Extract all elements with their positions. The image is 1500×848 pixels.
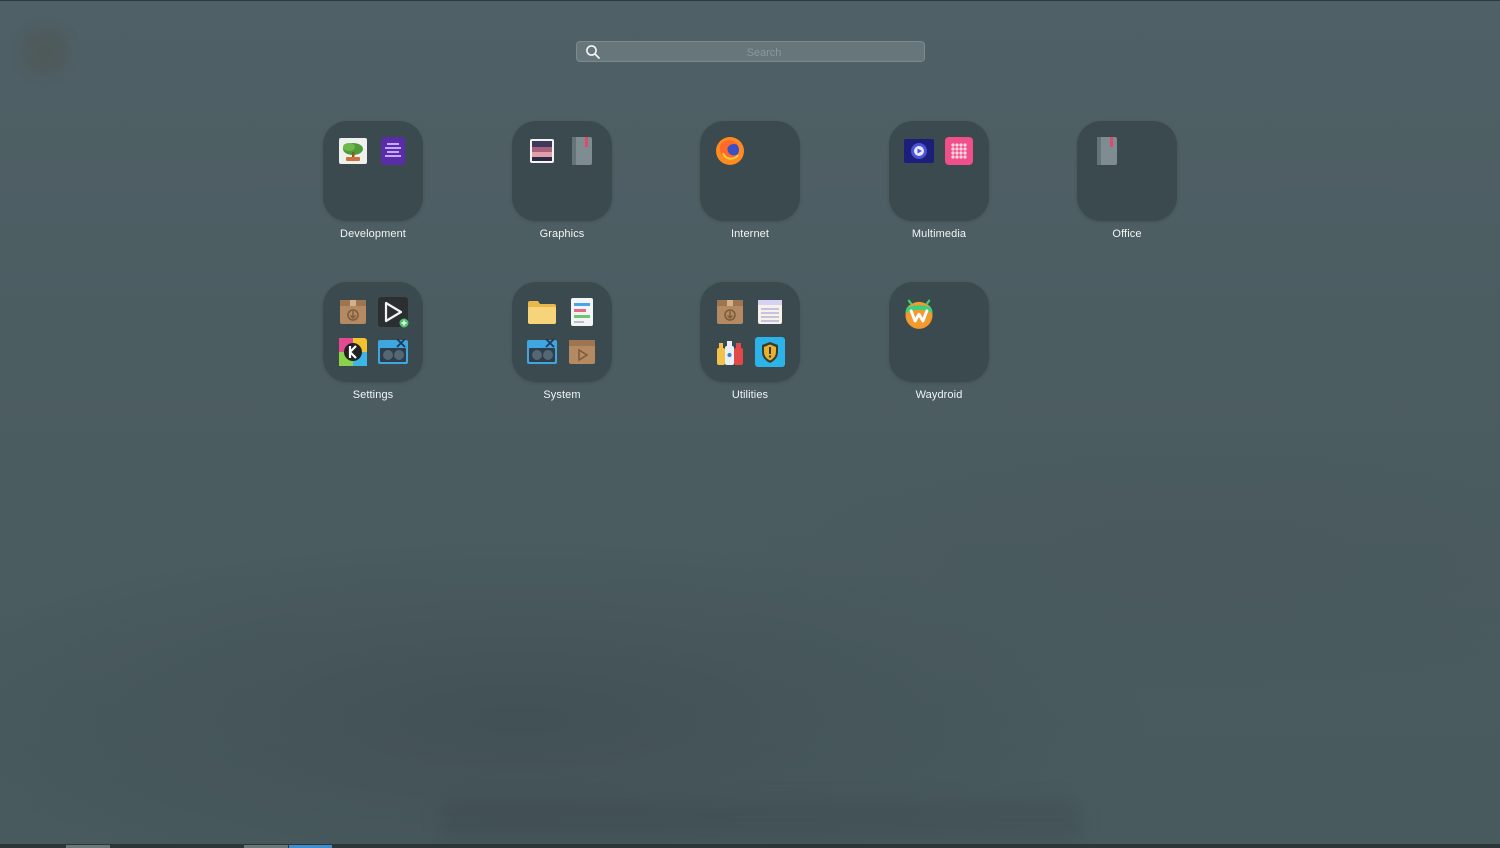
folder-graphics[interactable]: Graphics [502,121,622,251]
search-input[interactable] [607,42,921,63]
notebook-icon [572,137,592,165]
taskbar [0,844,1500,848]
play-add-icon [378,297,409,328]
folder-label: System [543,389,581,401]
folder-multimedia[interactable]: Multimedia [879,121,999,251]
folder-tile[interactable] [323,121,423,221]
folder-tile[interactable] [700,282,800,382]
folder-development[interactable]: Development [313,121,433,251]
folder-system[interactable]: System [502,282,622,412]
folder-icon [528,301,556,324]
k-color-icon [339,338,367,366]
waydroid-icon [905,299,933,329]
shield-icon [755,337,785,367]
blurred-dock [440,800,1080,840]
search-bar[interactable] [576,41,925,63]
folder-label: Development [340,228,406,240]
folder-tile[interactable] [889,121,989,221]
search-icon [586,45,600,59]
folder-tile[interactable] [700,121,800,221]
bottles-icon [717,341,743,365]
folder-office[interactable]: Office [1067,121,1187,251]
folder-utilities[interactable]: Utilities [690,282,810,412]
gpu-settings-icon [378,338,408,364]
folder-tile[interactable] [1077,121,1177,221]
folder-label: Multimedia [911,228,967,240]
folder-label: Office [1112,228,1142,240]
folder-tile[interactable] [889,282,989,382]
folder-label: Utilities [731,389,769,401]
image-viewer-icon [530,139,554,163]
top-border [0,0,1500,1]
folder-waydroid[interactable]: Waydroid [879,282,999,412]
folder-label: Settings [352,389,394,401]
notepad-icon [758,300,782,324]
firefox-icon [716,137,744,165]
bonsai-icon [339,138,367,164]
gpu-monitor-icon [527,338,557,364]
video-player-icon [904,139,934,163]
pink-grid-app-icon [945,137,973,165]
package-play-icon [569,340,595,364]
text-app-icon [381,137,405,165]
package-icon [340,300,366,324]
folder-internet[interactable]: Internet [690,121,810,251]
folder-tile[interactable] [323,282,423,382]
folder-settings[interactable]: Settings [313,282,433,412]
folder-tile[interactable] [512,282,612,382]
folder-label: Waydroid [915,389,963,401]
package-icon [717,300,743,324]
folder-label: Internet [730,228,770,240]
form-icon [571,298,593,326]
notebook-icon [1097,137,1117,165]
folder-label: Graphics [539,228,585,240]
blurred-desktop-icon [22,28,68,74]
folder-tile[interactable] [512,121,612,221]
